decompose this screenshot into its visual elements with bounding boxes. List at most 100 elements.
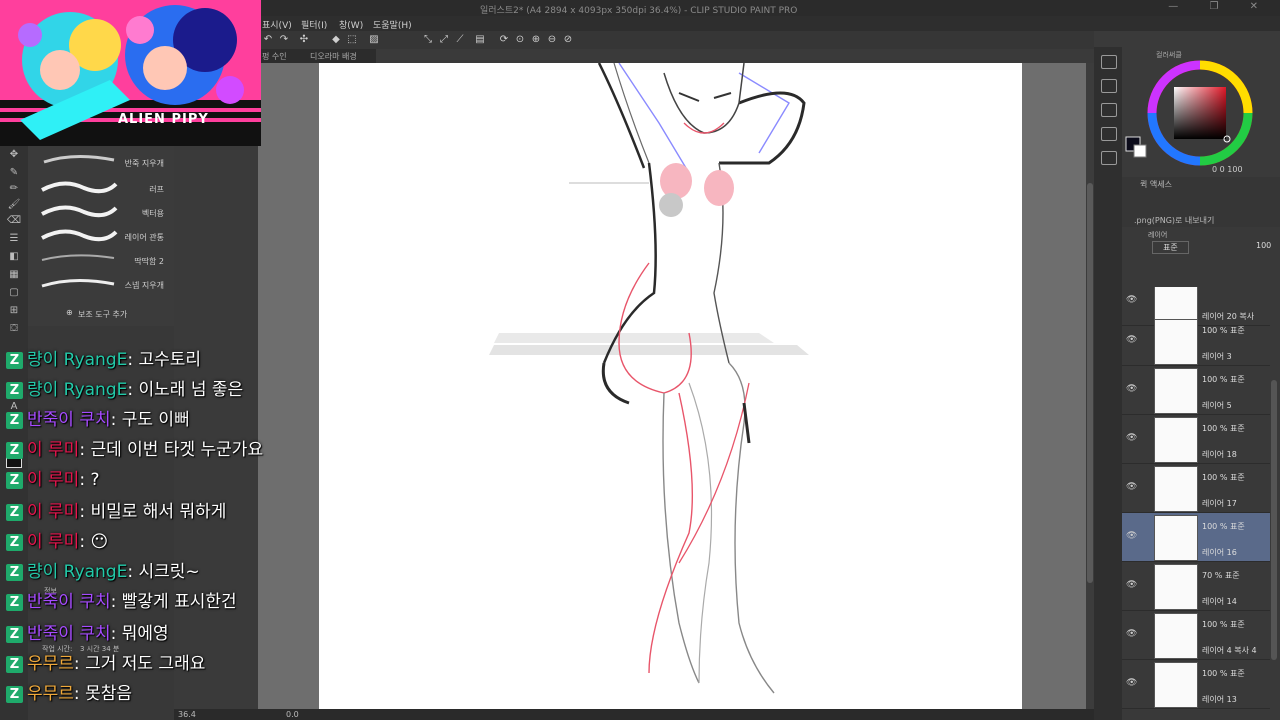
layer-row[interactable]: 👁 100 % 표준 레이어 4 복사 4 — [1122, 611, 1270, 660]
export-png-item[interactable]: .png(PNG)로 내보내기 — [1134, 215, 1214, 226]
add-subtool-button[interactable]: ⊕ 보조 도구 추가 — [28, 306, 174, 324]
zep-badge-icon: Z — [6, 471, 23, 489]
snap-ruler-icon[interactable]: ⤡ — [422, 34, 434, 46]
pencil-tool-icon[interactable]: ✏ — [6, 182, 22, 196]
brush-stroke-icon — [41, 181, 118, 194]
chat-nick: 반죽이 쿠치 — [27, 624, 111, 644]
color-panel-icon[interactable] — [1101, 55, 1117, 69]
eye-icon[interactable]: 👁 — [1126, 384, 1137, 394]
chat-text: 그거 저도 그래요 — [85, 654, 206, 674]
brush-item[interactable]: 러프 — [28, 176, 174, 200]
ruler-icon[interactable]: ▤ — [474, 34, 486, 46]
layer-scrollbar[interactable] — [1271, 380, 1277, 660]
snap-grid-icon[interactable]: ⤢ — [438, 34, 450, 46]
bucket-tool-icon[interactable]: ⛋ — [6, 322, 22, 336]
zep-badge-icon: Z — [6, 563, 23, 581]
eye-icon[interactable]: 👁 — [1126, 482, 1137, 492]
zoom-fit-icon[interactable]: ⊙ — [514, 34, 526, 46]
gradient-tool-icon[interactable]: ▦ — [6, 268, 22, 282]
blend-tool-icon[interactable]: ☰ — [6, 232, 22, 246]
selection-icon[interactable]: ✣ — [298, 34, 310, 46]
menu-window[interactable]: 창(W) — [339, 18, 363, 31]
window-controls[interactable]: — ❐ ✕ — [1168, 1, 1272, 12]
frame-tool-icon[interactable]: ⊞ — [6, 304, 22, 318]
chat-text: 빨갛게 표시한건 — [121, 592, 237, 612]
layer-thumbnail — [1154, 662, 1198, 708]
chat-text: 구도 이뻐 — [121, 410, 190, 430]
layer-row[interactable]: 👁 100 % 표준 레이어 18 — [1122, 415, 1270, 464]
undo-icon[interactable]: ↶ — [262, 34, 274, 46]
panel-icon-column — [1094, 47, 1122, 720]
opacity-value[interactable]: 100 — [1256, 241, 1271, 250]
eraser-tool-icon[interactable]: ⌫ — [6, 214, 22, 228]
figure-tool-icon[interactable]: ▢ — [6, 286, 22, 300]
brush-stroke-icon — [41, 205, 118, 218]
layer-row[interactable]: 👁 100 % 표준 레이어 5 — [1122, 366, 1270, 415]
eye-icon[interactable]: 👁 — [1126, 629, 1137, 639]
color-wheel-panel: 컬러써클 0 0 100 — [1122, 47, 1280, 177]
menu-view[interactable]: 표시(V) — [262, 18, 292, 31]
chat-message: Z 우무르: 그거 저도 그래요 — [6, 650, 205, 678]
layer-thumbnail — [1154, 613, 1198, 659]
brush-item[interactable]: 스넵 지우개 — [28, 272, 174, 296]
brush-stroke-icon — [43, 154, 115, 164]
chat-message: Z 량이 RyangE: 이노래 넘 좋은 — [6, 376, 243, 404]
rotate-icon[interactable]: ⟳ — [498, 34, 510, 46]
clear-icon[interactable]: ▨ — [368, 34, 380, 46]
redo-icon[interactable]: ↷ — [278, 34, 290, 46]
fill-tool-icon[interactable]: ◧ — [6, 250, 22, 264]
tab-doc-2[interactable]: 디오라마 배경 — [310, 51, 357, 62]
brush-item[interactable]: 딱딱함 2 — [28, 248, 174, 272]
layer-thumbnail — [1154, 319, 1198, 365]
chat-nick: 반죽이 쿠치 — [27, 410, 111, 430]
chat-nick: 이 루미 — [27, 502, 80, 522]
brush-item[interactable]: 레이어 관통 — [28, 224, 174, 248]
chat-overlay: Z 량이 RyangE: 고수토리 Z 량이 RyangE: 이노래 넘 좋은 Z반… — [0, 344, 300, 712]
canvas-vertical-scrollbar[interactable] — [1086, 63, 1094, 709]
eye-icon[interactable]: 👁 — [1126, 531, 1137, 541]
menu-filter[interactable]: 필터(I) — [301, 18, 327, 31]
zoom-reset-icon[interactable]: ⊘ — [562, 34, 574, 46]
zep-badge-icon: Z — [6, 593, 23, 611]
move-tool-icon[interactable]: ✥ — [6, 148, 22, 162]
color-wheel[interactable] — [1122, 47, 1280, 177]
menu-help[interactable]: 도움말(H) — [373, 18, 412, 31]
brush-tool-icon[interactable]: 🖌 — [6, 198, 22, 212]
material-panel-icon[interactable] — [1101, 127, 1117, 141]
snap-special-icon[interactable]: ⟋ — [454, 34, 466, 46]
chat-text: 😶 — [90, 532, 109, 552]
zoom-out-icon[interactable]: ⊖ — [546, 34, 558, 46]
chat-text: 고수토리 — [138, 350, 202, 370]
brush-item[interactable]: 벡터용 — [28, 200, 174, 224]
chat-message: Z이 루미: 😶 — [6, 528, 108, 556]
layer-row[interactable]: 👁 100 % 표준 레이어 17 — [1122, 464, 1270, 513]
navigator-panel-icon[interactable] — [1101, 151, 1117, 165]
layer-row[interactable]: 👁 100 % 표준 레이어 3 — [1122, 317, 1270, 366]
fill-icon[interactable]: ◆ — [330, 34, 342, 46]
transform-icon[interactable]: ⬚ — [346, 34, 358, 46]
eye-icon[interactable]: 👁 — [1126, 580, 1137, 590]
zep-badge-icon: Z — [6, 533, 23, 551]
layer-thumbnail — [1154, 368, 1198, 414]
tab-doc-1[interactable]: 펑 수인 — [262, 51, 287, 62]
brush-item[interactable]: 반죽 지우개 — [28, 150, 174, 174]
pen-tool-icon[interactable]: ✎ — [6, 166, 22, 180]
chat-nick: 이 루미 — [27, 470, 80, 490]
zep-badge-icon: Z — [6, 411, 23, 429]
eye-icon[interactable]: 👁 — [1126, 335, 1137, 345]
chat-message: Z이 루미: ? — [6, 466, 100, 494]
chat-nick: 우무르 — [27, 684, 74, 704]
chat-message: Z 반죽이 쿠치: 구도 이뻐 — [6, 406, 190, 434]
eye-icon[interactable]: 👁 — [1126, 678, 1137, 688]
chat-message: Z 반죽이 쿠치: 빨갛게 표시한건 — [6, 588, 237, 616]
palette-panel-icon[interactable] — [1101, 79, 1117, 93]
eye-icon[interactable]: 👁 — [1126, 295, 1137, 305]
history-panel-icon[interactable] — [1101, 103, 1117, 117]
drawing-canvas[interactable] — [319, 62, 1022, 710]
blend-mode-select[interactable]: 표준 — [1152, 241, 1189, 254]
layer-row[interactable]: 👁 70 % 표준 레이어 14 — [1122, 562, 1270, 611]
eye-icon[interactable]: 👁 — [1126, 433, 1137, 443]
layer-row-selected[interactable]: 👁 100 % 표준 레이어 16 — [1122, 513, 1270, 562]
layer-row[interactable]: 👁 100 % 표준 레이어 13 — [1122, 660, 1270, 709]
zoom-in-icon[interactable]: ⊕ — [530, 34, 542, 46]
